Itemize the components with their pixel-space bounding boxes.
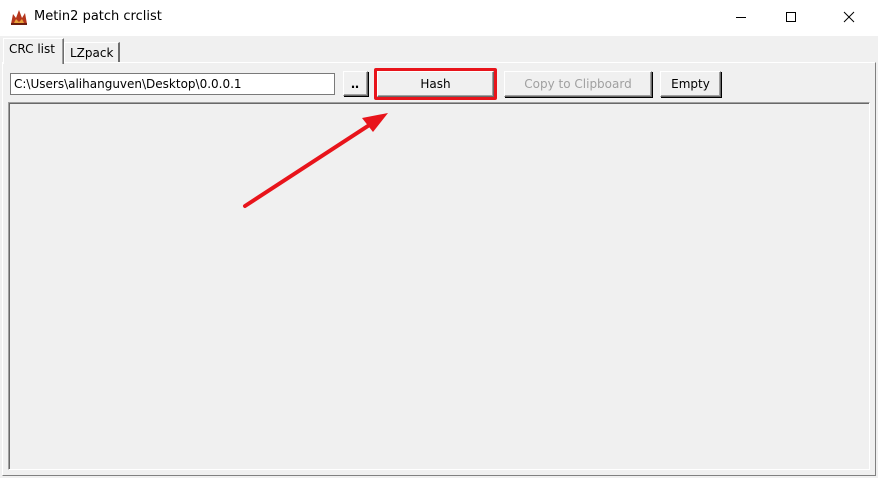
minimize-icon [736, 17, 746, 18]
copy-to-clipboard-button[interactable]: Copy to Clipboard [504, 71, 652, 97]
browse-button[interactable]: ‥ [343, 71, 368, 96]
maximize-icon [786, 12, 796, 22]
title-bar: Metin2 patch crclist [0, 0, 878, 36]
path-input[interactable] [10, 73, 335, 95]
empty-button[interactable]: Empty [660, 71, 721, 97]
minimize-button[interactable] [718, 0, 764, 34]
tab-lzpack[interactable]: LZpack [64, 42, 120, 63]
metin2-app-icon [11, 10, 27, 25]
maximize-button[interactable] [768, 0, 814, 34]
tab-crc-list[interactable]: CRC list [3, 38, 64, 64]
hash-button[interactable]: Hash [377, 71, 494, 97]
window-title: Metin2 patch crclist [34, 9, 162, 24]
tab-crc-list-label: CRC list [9, 42, 55, 56]
output-list[interactable] [8, 102, 870, 470]
tab-lzpack-label: LZpack [70, 46, 114, 60]
close-icon [843, 11, 855, 23]
close-button[interactable] [826, 0, 872, 34]
